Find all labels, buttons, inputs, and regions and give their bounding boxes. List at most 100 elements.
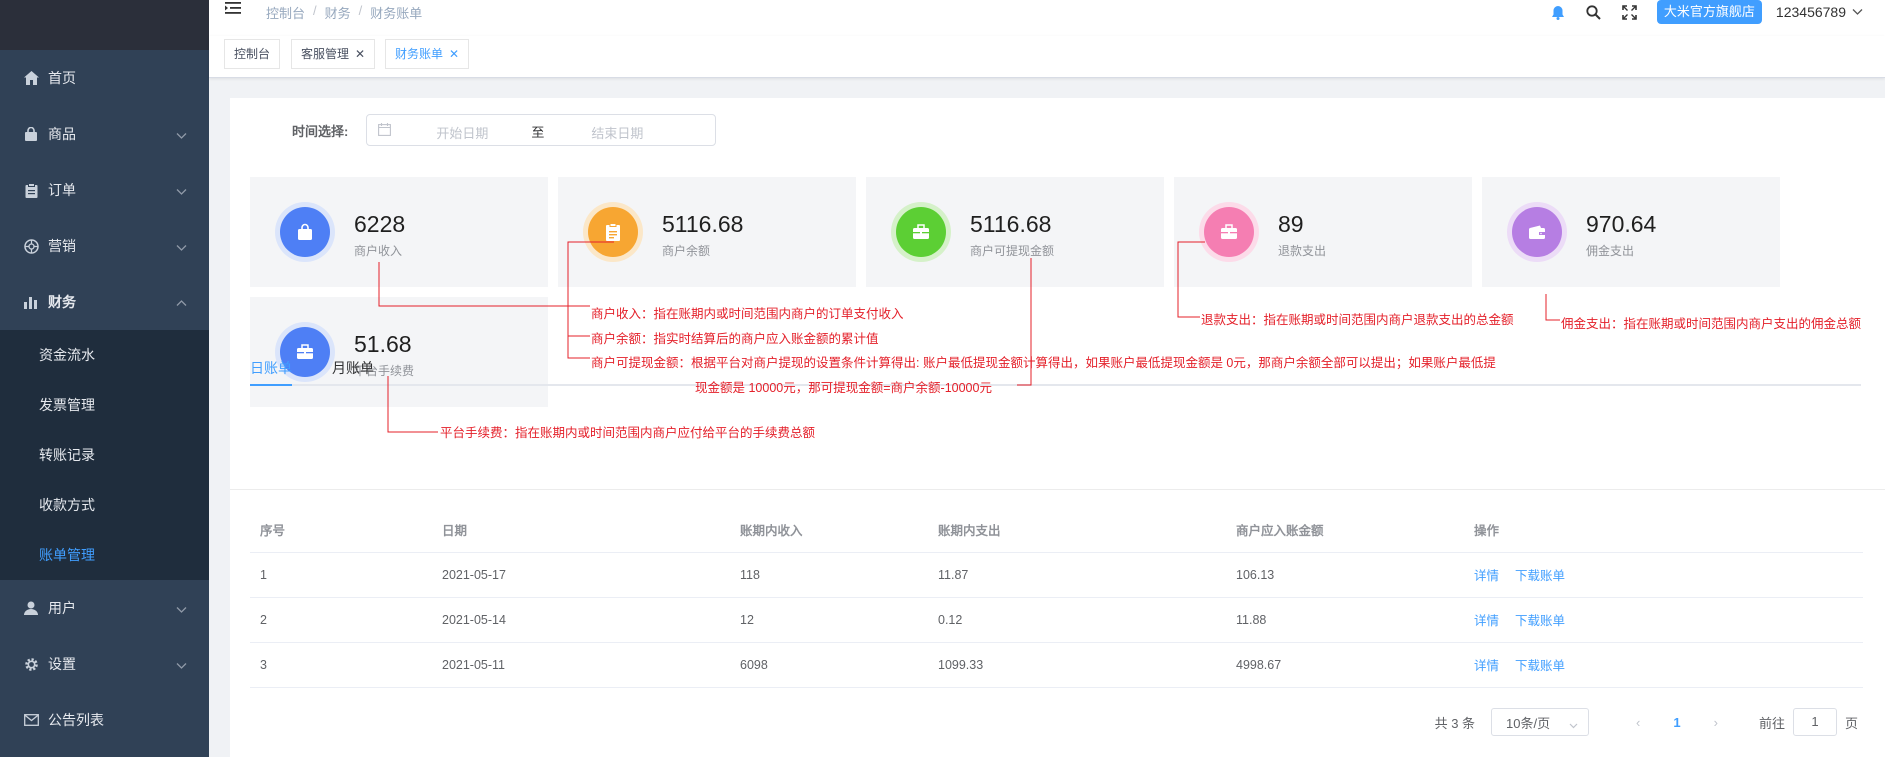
date-range-picker[interactable]: 开始日期 至 结束日期 [366, 114, 717, 146]
sidebar-item-orders[interactable]: 订单 [0, 162, 209, 218]
annotation-merchant-income: 商户收入：指在账期内或时间范围内商户的订单支付收入 [591, 307, 904, 321]
bell-icon[interactable] [1549, 3, 1567, 21]
stat-value: 970.64 [1586, 211, 1657, 237]
store-badge[interactable]: 大米官方旗舰店 [1656, 0, 1762, 24]
calendar-icon [378, 123, 392, 139]
shopping-bag-icon [280, 207, 330, 257]
annotation-withdrawable-line2: 现金额是 10000元，那可提现金额=商户余额-10000元 [695, 381, 992, 395]
stat-value: 89 [1278, 211, 1304, 237]
sidebar-item-label: 首页 [48, 70, 76, 86]
table-cell-actions: 详情 下载账单 [1464, 642, 1863, 688]
stat-card-merchant-income: 6228 商户收入 [250, 177, 548, 287]
stat-label: 商户余额 [662, 244, 711, 258]
table-cell: 11.87 [928, 552, 1226, 598]
tag-customer-service[interactable]: 客服管理 ✕ [291, 39, 376, 69]
chevron-down-icon[interactable] [1852, 4, 1863, 20]
sidebar-item-label: 营销 [48, 238, 76, 254]
annotation-withdrawable-line1: 商户可提现金额：根据平台对商户提现的设置条件计算得出: 账户最低提现金额计算得出… [591, 356, 1496, 370]
right-menu: 大米官方旗舰店 123456789 [1549, 0, 1885, 24]
goto-page-input[interactable]: 1 [1792, 708, 1837, 736]
detail-link[interactable]: 详情 [1474, 614, 1499, 628]
briefcase-icon [896, 207, 946, 257]
mail-icon [22, 711, 40, 729]
tag-label: 财务账单 [395, 47, 444, 61]
date-filter-label: 时间选择: [292, 123, 349, 139]
submenu-item-transfer[interactable]: 转账记录 [0, 430, 209, 480]
table-row: 2 2021-05-14 12 0.12 11.88 详情 下载账单 [250, 597, 1863, 643]
download-bill-link[interactable]: 下载账单 [1515, 659, 1565, 673]
end-date-input[interactable]: 结束日期 [591, 123, 643, 142]
sidebar-item-home[interactable]: 首页 [0, 50, 209, 106]
sidebar-item-goods[interactable]: 商品 [0, 106, 209, 162]
tab-monthly-bill[interactable]: 月账单 [332, 358, 374, 378]
briefcase-icon [1204, 207, 1254, 257]
home-icon [22, 69, 40, 87]
download-bill-link[interactable]: 下载账单 [1515, 614, 1565, 628]
detail-link[interactable]: 详情 [1474, 659, 1499, 673]
tags-view: 控制台 客服管理 ✕ 财务账单 ✕ [209, 36, 1885, 78]
table-cell: 118 [730, 552, 928, 598]
submenu-item-fund-flow[interactable]: 资金流水 [0, 330, 209, 380]
submenu-item-payment-method[interactable]: 收款方式 [0, 480, 209, 530]
table-row: 1 2021-05-17 118 11.87 106.13 详情 下载账单 [250, 552, 1863, 598]
download-bill-link[interactable]: 下载账单 [1515, 569, 1565, 583]
table-cell: 2021-05-11 [432, 642, 730, 688]
breadcrumb-item[interactable]: 财务 [325, 3, 351, 22]
stat-label: 佣金支出 [1586, 244, 1635, 258]
tab-active-indicator [250, 384, 292, 386]
table-cell: 2021-05-14 [432, 597, 730, 643]
sidebar-item-label: 设置 [48, 656, 76, 672]
table-cell: 4998.67 [1226, 642, 1464, 688]
breadcrumb-item-current: 财务账单 [370, 6, 423, 21]
sidebar-item-settings[interactable]: 设置 [0, 636, 209, 692]
sidebar: 首页 商品 订单 营销 财务 资金流水 发票管理 转账记录 收款方式 账单管理 [0, 0, 209, 757]
table-cell: 3 [250, 642, 432, 688]
close-icon[interactable]: ✕ [449, 40, 459, 68]
page-number-current[interactable]: 1 [1673, 715, 1680, 730]
detail-link[interactable]: 详情 [1474, 569, 1499, 583]
sidebar-item-finance[interactable]: 财务 [0, 274, 209, 330]
section-divider [230, 489, 1885, 490]
close-icon[interactable]: ✕ [355, 40, 365, 68]
stat-card-merchant-balance: 5116.68 商户余额 [558, 177, 856, 287]
sidebar-item-marketing[interactable]: 营销 [0, 218, 209, 274]
prev-page-icon[interactable]: ‹ [1636, 715, 1640, 730]
submenu-item-bills[interactable]: 账单管理 [0, 530, 209, 580]
tab-daily-bill[interactable]: 日账单 [250, 358, 292, 378]
sidebar-item-label: 商品 [48, 126, 76, 142]
pagination: 共 3 条 10条/页 ‹ 1 › 前往 1 页 [1435, 708, 1858, 736]
top-navbar: 控制台 / 财务 / 财务账单 大米官方旗舰店 123456789 [209, 0, 1885, 36]
page-size-select[interactable]: 10条/页 [1491, 708, 1590, 736]
column-header: 序号 [250, 508, 432, 553]
sidebar-item-users[interactable]: 用户 [0, 580, 209, 636]
table-cell: 12 [730, 597, 928, 643]
clipboard-icon [22, 181, 40, 199]
table-cell: 0.12 [928, 597, 1226, 643]
submenu-item-invoice[interactable]: 发票管理 [0, 380, 209, 430]
stat-label: 商户收入 [354, 244, 403, 258]
breadcrumb-separator: / [358, 3, 363, 18]
stat-value: 5116.68 [662, 211, 744, 237]
stat-value: 5116.68 [970, 211, 1052, 237]
page-size-value: 10条/页 [1506, 715, 1551, 731]
tag-dashboard[interactable]: 控制台 [224, 39, 281, 69]
username[interactable]: 123456789 [1776, 4, 1846, 20]
table-cell: 2 [250, 597, 432, 643]
hamburger-icon[interactable] [225, 1, 242, 19]
stat-card-refund: 89 退款支出 [1174, 177, 1472, 287]
table-cell: 2021-05-17 [432, 552, 730, 598]
annotation-merchant-balance: 商户余额：指实时结算后的商户应入账金额的累计值 [591, 332, 879, 346]
chevron-down-icon [176, 128, 187, 144]
document-icon [588, 207, 638, 257]
start-date-input[interactable]: 开始日期 [436, 123, 488, 142]
breadcrumb-item[interactable]: 控制台 [266, 3, 305, 22]
next-page-icon[interactable]: › [1714, 715, 1718, 730]
sidebar-item-announcements[interactable]: 公告列表 [0, 692, 209, 748]
gear-icon [22, 655, 40, 673]
stat-value: 6228 [354, 211, 406, 237]
fullscreen-icon[interactable] [1621, 3, 1639, 21]
bag-icon [22, 125, 40, 143]
tag-finance-bill[interactable]: 财务账单 ✕ [385, 39, 470, 69]
sidebar-logo-area [0, 0, 209, 50]
search-icon[interactable] [1585, 3, 1603, 21]
